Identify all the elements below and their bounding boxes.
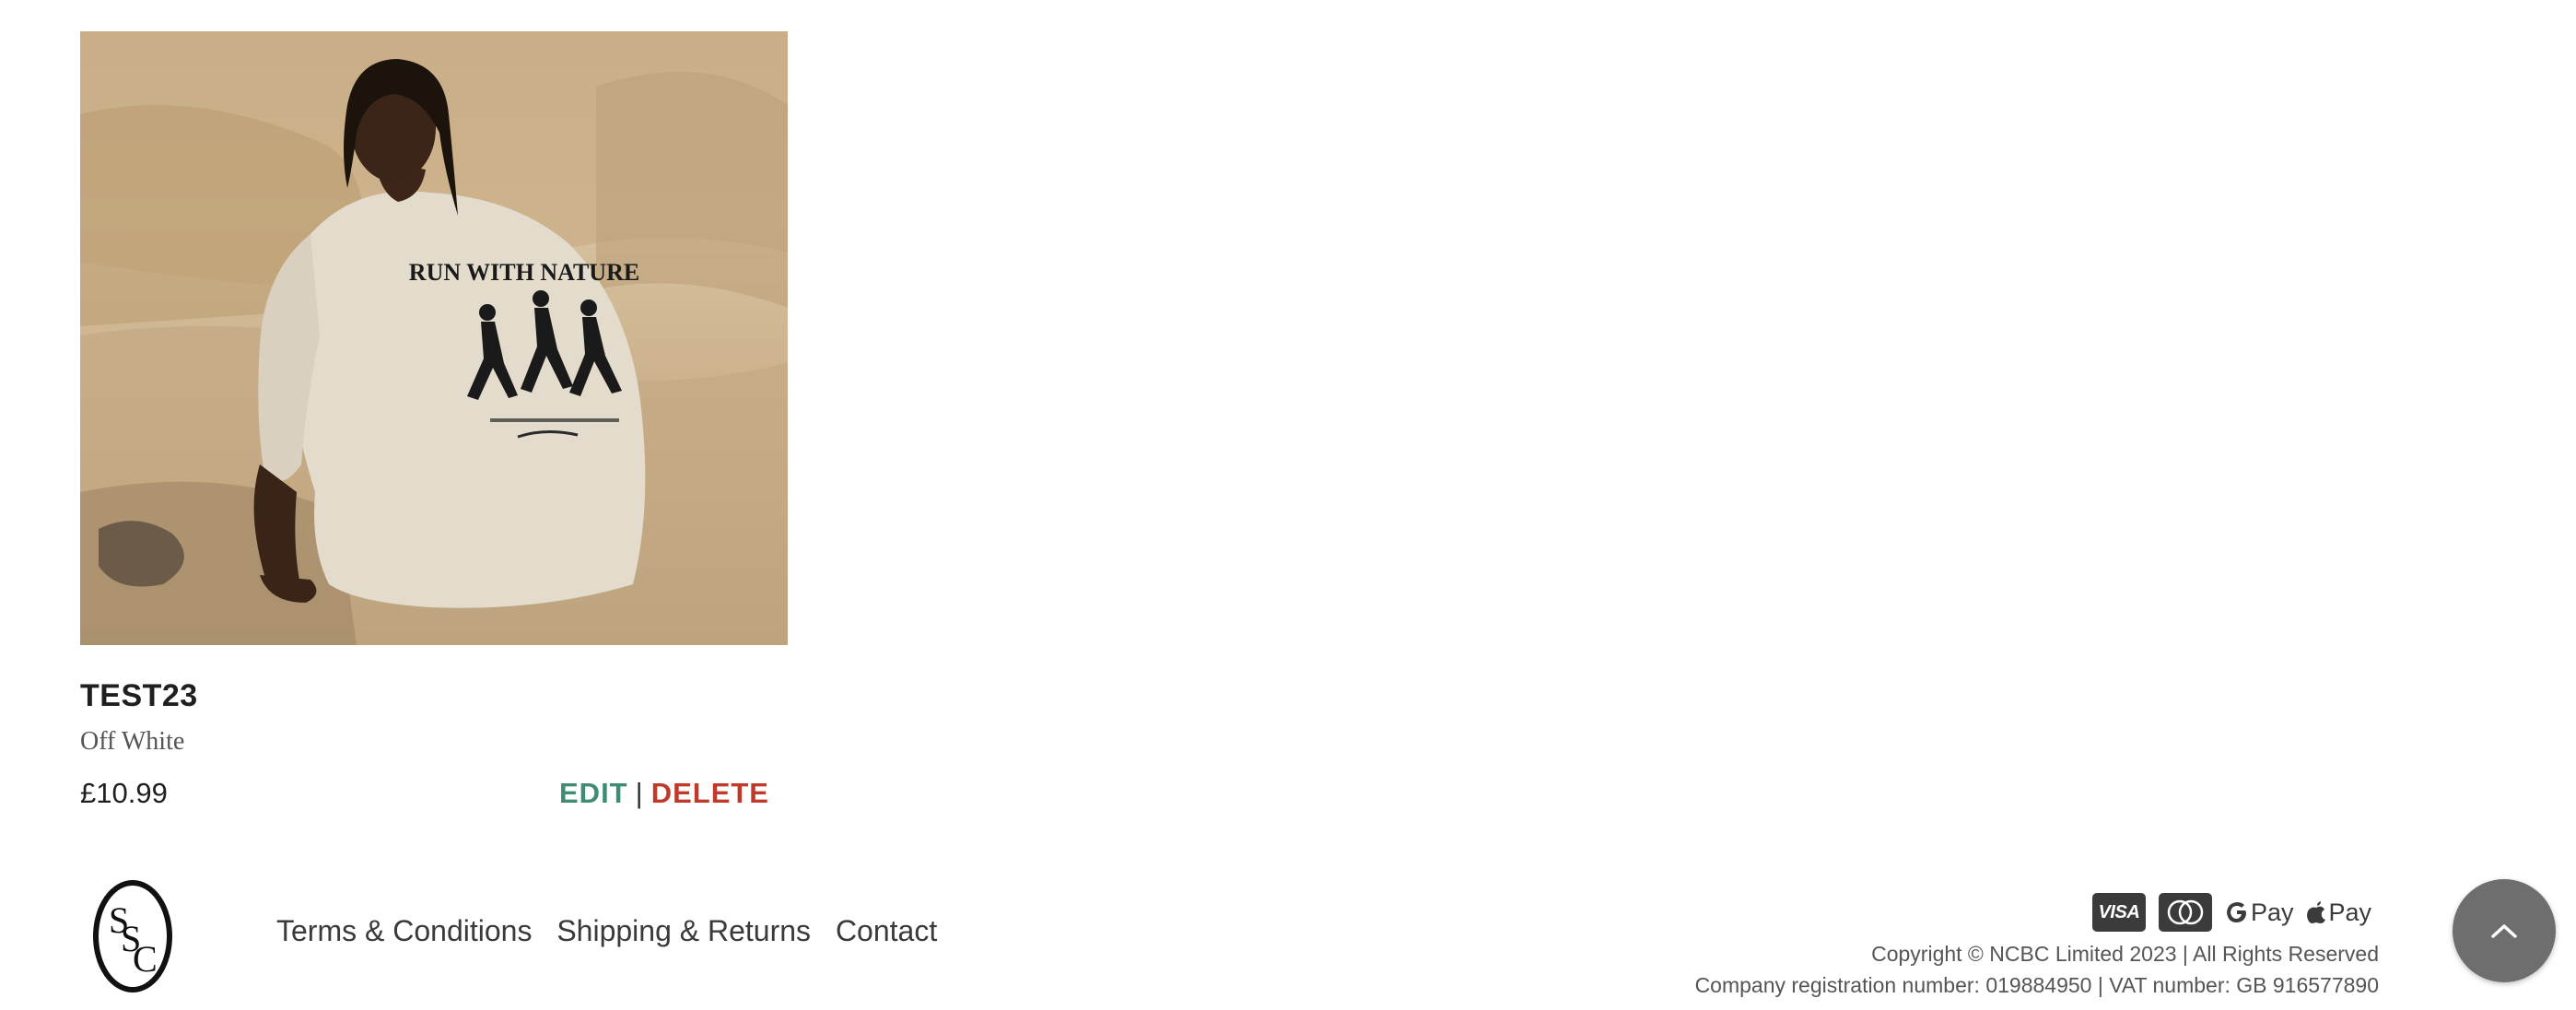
apple-pay-icon: Pay (2306, 898, 2371, 927)
product-bottom-row: £10.99 EDIT | DELETE (80, 777, 788, 814)
google-pay-icon: Pay (2225, 898, 2294, 927)
delete-button[interactable]: DELETE (651, 777, 769, 809)
visa-label: VISA (2098, 901, 2140, 922)
product-photo: RUN WITH NATURE (80, 31, 788, 645)
shirt-print-heading: RUN WITH NATURE (409, 259, 639, 286)
page: RUN WITH NATURE TEST23 Off White £10.99 … (0, 0, 2576, 1010)
apple-pay-label: Pay (2328, 898, 2371, 926)
footer: S S C Terms & Conditions Shipping & Retu… (0, 866, 2576, 1010)
action-separator: | (635, 777, 644, 809)
terms-link[interactable]: Terms & Conditions (276, 914, 532, 947)
back-to-top-button[interactable] (2453, 879, 2556, 982)
visa-icon: VISA (2091, 893, 2146, 932)
copyright-text: Copyright © NCBC Limited 2023 | All Righ… (1871, 942, 2379, 966)
product-actions: EDIT | DELETE (559, 777, 769, 810)
product-card: RUN WITH NATURE TEST23 Off White £10.99 … (80, 31, 788, 814)
logo-mark-icon: S S C (93, 880, 172, 992)
mastercard-icon (2158, 893, 2212, 932)
edit-button[interactable]: EDIT (559, 777, 628, 809)
google-g-icon (2226, 902, 2246, 922)
legal-info: Copyright © NCBC Limited 2023 | All Righ… (1695, 938, 2379, 1001)
product-price: £10.99 (80, 777, 168, 809)
apple-logo-icon (2307, 901, 2326, 923)
svg-text:C: C (133, 938, 158, 980)
ssc-logo[interactable]: S S C (90, 879, 175, 993)
chevron-up-icon (2491, 924, 2517, 938)
google-pay-label: Pay (2250, 898, 2294, 926)
registration-text: Company registration number: 019884950 |… (1694, 973, 2379, 997)
payment-methods: VISA Pay Pay (2091, 890, 2371, 934)
footer-links: Terms & Conditions Shipping & Returns Co… (276, 914, 954, 948)
contact-link[interactable]: Contact (836, 914, 937, 947)
product-color: Off White (80, 727, 185, 756)
product-name[interactable]: TEST23 (80, 678, 788, 714)
product-image[interactable]: RUN WITH NATURE (80, 31, 788, 645)
shipping-link[interactable]: Shipping & Returns (556, 914, 811, 947)
